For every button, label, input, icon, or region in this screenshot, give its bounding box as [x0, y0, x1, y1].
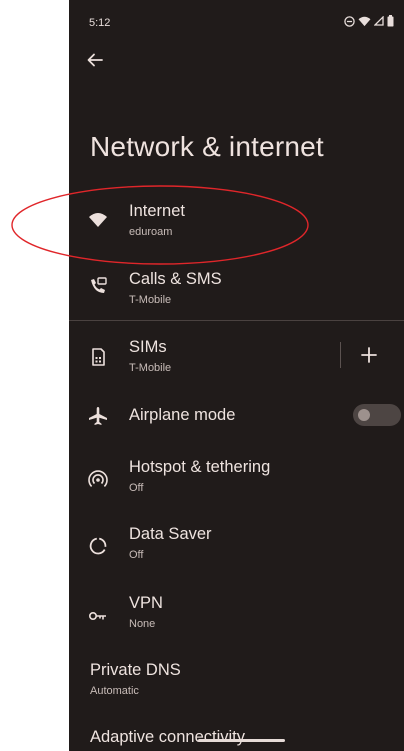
setting-label: Private DNS — [90, 661, 181, 679]
setting-label: SIMs — [129, 338, 167, 356]
setting-summary: Off — [129, 549, 144, 561]
setting-label: VPN — [129, 594, 163, 612]
setting-label: Calls & SMS — [129, 270, 222, 288]
data-saver-icon — [89, 537, 107, 555]
setting-calls-sms[interactable]: Calls & SMS T-Mobile — [69, 258, 404, 318]
signal-icon — [374, 16, 384, 26]
wifi-status-icon — [358, 16, 371, 26]
airplane-mode-toggle[interactable] — [353, 404, 401, 426]
sims-separator — [340, 342, 341, 368]
do-not-disturb-icon — [344, 15, 355, 27]
status-bar: 5:12 — [69, 0, 404, 40]
wifi-icon — [89, 213, 107, 227]
vpn-key-icon — [88, 612, 106, 621]
page-title: Network & internet — [90, 131, 324, 162]
status-time: 5:12 — [89, 17, 111, 29]
setting-summary: Automatic — [90, 685, 139, 697]
setting-label: Internet — [129, 202, 185, 220]
settings-screen: 5:12 Network & internet Internet eduroam… — [69, 0, 404, 751]
setting-label: Adaptive connectivity — [90, 728, 246, 746]
setting-vpn[interactable]: VPN None — [69, 588, 404, 644]
gesture-nav-handle[interactable] — [198, 739, 285, 742]
hotspot-icon — [88, 470, 108, 487]
setting-label: Airplane mode — [129, 406, 236, 424]
phone-sms-icon — [91, 277, 107, 293]
setting-summary: None — [129, 618, 156, 630]
back-arrow-icon[interactable] — [83, 48, 107, 72]
setting-sims[interactable]: SIMs T-Mobile — [69, 330, 404, 386]
status-icons — [344, 14, 394, 28]
setting-summary: eduroam — [129, 226, 173, 238]
toggle-knob — [358, 409, 370, 421]
section-divider — [69, 320, 404, 321]
setting-label: Data Saver — [129, 525, 212, 543]
airplane-icon — [89, 407, 107, 425]
sim-card-icon — [92, 348, 105, 366]
setting-summary: T-Mobile — [129, 362, 172, 374]
setting-summary: T-Mobile — [129, 294, 172, 306]
setting-hotspot-tethering[interactable]: Hotspot & tethering Off — [69, 452, 404, 508]
setting-data-saver[interactable]: Data Saver Off — [69, 520, 404, 576]
setting-internet[interactable]: Internet eduroam — [69, 192, 404, 252]
battery-icon — [387, 15, 394, 27]
setting-label: Hotspot & tethering — [129, 458, 271, 476]
add-icon[interactable] — [358, 344, 380, 366]
setting-adaptive-connectivity[interactable]: Adaptive connectivity — [69, 722, 404, 751]
setting-summary: Off — [129, 482, 144, 494]
setting-private-dns[interactable]: Private DNS Automatic — [69, 655, 404, 703]
